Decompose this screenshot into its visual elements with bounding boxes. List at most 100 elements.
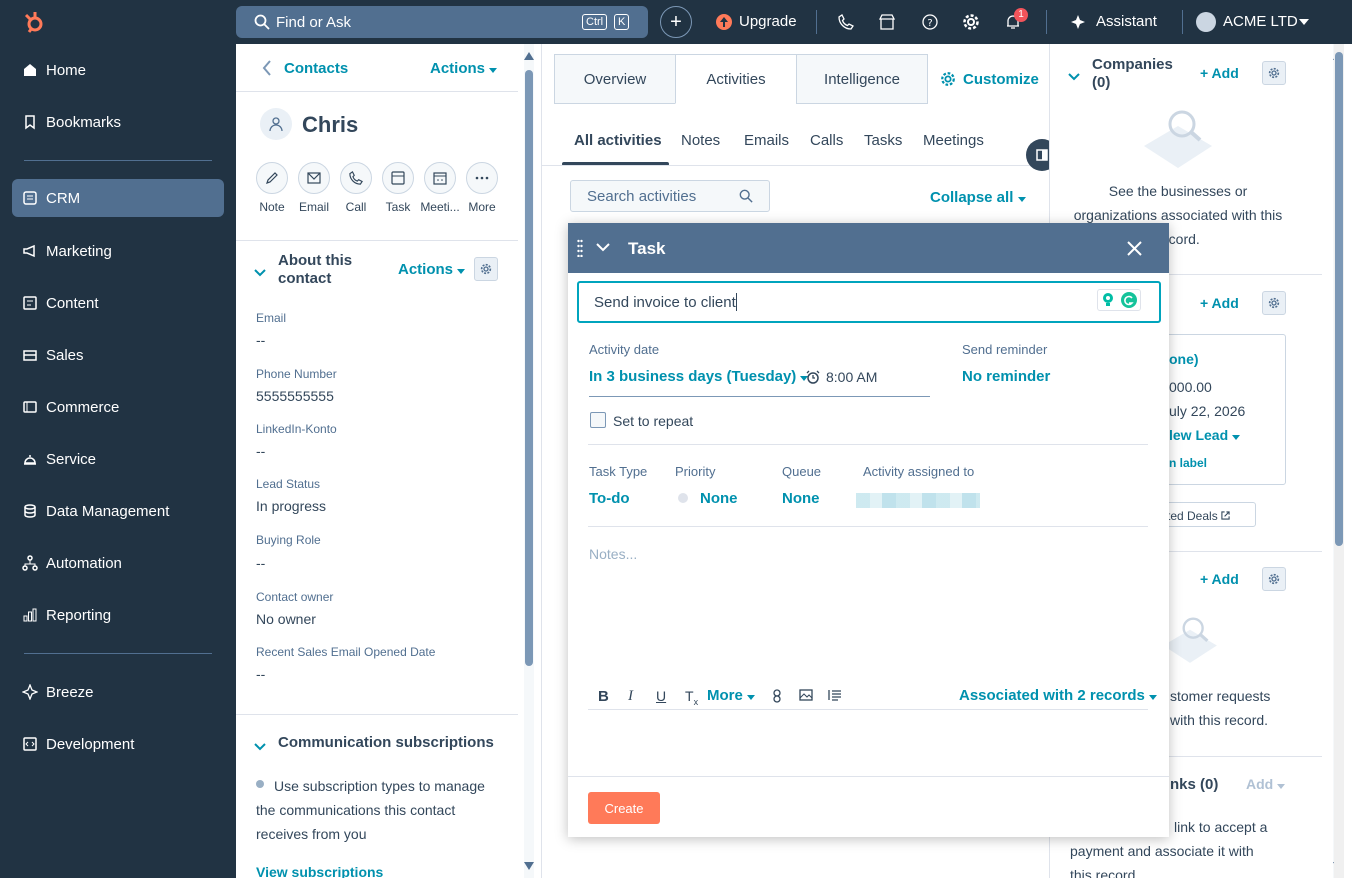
create-new-button[interactable]: + [660, 6, 692, 38]
about-actions-dropdown[interactable]: Actions [398, 261, 466, 278]
underline-button[interactable]: U [656, 688, 666, 704]
more-format-dropdown[interactable]: More [707, 687, 756, 704]
back-to-contacts-link[interactable]: Contacts [284, 60, 348, 77]
sidebar-item-home[interactable]: Home [12, 51, 224, 89]
sidebar-item-crm[interactable]: CRM [12, 179, 224, 217]
phone-value[interactable]: 5555555555 [256, 388, 334, 404]
email-action[interactable]: Email [292, 162, 336, 214]
call-action[interactable]: Call [334, 162, 378, 214]
deal-name-fragment[interactable]: one) [1169, 351, 1199, 367]
chevron-down-icon[interactable] [254, 264, 266, 282]
subtab-calls[interactable]: Calls [810, 132, 843, 149]
collapse-all-dropdown[interactable]: Collapse all [930, 189, 1026, 206]
drag-handle-icon[interactable] [577, 239, 583, 257]
link-icon[interactable] [772, 689, 782, 703]
about-settings-button[interactable] [474, 257, 498, 281]
add-deal-button[interactable]: + Add [1200, 295, 1239, 311]
clear-format-button[interactable]: Tx [685, 688, 698, 707]
chevron-left-icon[interactable] [262, 60, 272, 81]
more-action[interactable]: More [460, 162, 504, 214]
upgrade-button[interactable]: Upgrade [739, 13, 797, 30]
sidebar-item-commerce[interactable]: Commerce [12, 388, 224, 426]
due-time-input[interactable]: 8:00 AM [826, 369, 877, 385]
search-activities-input[interactable]: Search activities [570, 180, 770, 212]
add-ticket-button[interactable]: + Add [1200, 571, 1239, 587]
snippet-icon[interactable] [828, 689, 842, 701]
record-actions-dropdown[interactable]: Actions [430, 60, 498, 77]
companies-settings-button[interactable] [1262, 61, 1286, 85]
repeat-checkbox[interactable] [590, 412, 606, 428]
lead-status-value[interactable]: In progress [256, 498, 326, 514]
tab-overview[interactable]: Overview [554, 54, 676, 104]
add-payment-link-dropdown[interactable]: Add [1246, 776, 1286, 792]
subtab-emails[interactable]: Emails [744, 132, 789, 149]
account-name[interactable]: ACME LTD [1223, 13, 1298, 30]
image-icon[interactable] [799, 689, 813, 701]
activity-date-dropdown[interactable]: In 3 business days (Tuesday) [589, 368, 809, 385]
scroll-down-icon[interactable] [524, 862, 534, 870]
buying-role-value[interactable]: -- [256, 555, 265, 571]
sidebar-item-sales[interactable]: Sales [12, 336, 224, 374]
note-action[interactable]: Note [250, 162, 294, 214]
meeting-action[interactable]: Meeti... [418, 162, 462, 214]
subtab-all-activities[interactable]: All activities [574, 132, 662, 149]
assistant-button[interactable]: Assistant [1096, 13, 1157, 30]
global-search-input[interactable]: Find or Ask Ctrl K [236, 6, 648, 38]
italic-button[interactable]: I [628, 688, 633, 705]
task-type-dropdown[interactable]: To-do [589, 490, 630, 507]
create-task-button[interactable]: Create [588, 792, 660, 824]
linkedin-value[interactable]: -- [256, 443, 265, 459]
chevron-down-icon[interactable] [1294, 12, 1314, 32]
chevron-down-icon[interactable] [596, 243, 610, 252]
associations-dropdown[interactable]: Associated with 2 records [959, 687, 1158, 704]
queue-dropdown[interactable]: None [782, 490, 820, 507]
recent-email-value[interactable]: -- [256, 666, 265, 682]
tab-activities[interactable]: Activities [675, 54, 797, 104]
deal-stage-dropdown[interactable]: lew Lead [1169, 427, 1241, 443]
subtab-notes[interactable]: Notes [681, 132, 720, 149]
tab-intelligence[interactable]: Intelligence [796, 54, 928, 104]
sidebar-item-development[interactable]: Development [12, 725, 224, 763]
reminder-dropdown[interactable]: No reminder [962, 368, 1050, 385]
subtab-tasks[interactable]: Tasks [864, 132, 902, 149]
sidebar-item-reporting[interactable]: Reporting [12, 596, 224, 634]
assigned-user-blurred[interactable] [856, 493, 980, 508]
grammar-assist-widget[interactable] [1097, 289, 1141, 311]
task-dialog-header[interactable]: Task [568, 223, 1169, 273]
marketplace-icon[interactable] [877, 12, 897, 32]
page-scrollbar[interactable] [1334, 44, 1344, 878]
scroll-up-icon[interactable] [524, 52, 534, 60]
add-company-button[interactable]: + Add [1200, 65, 1239, 81]
contact-owner-value[interactable]: No owner [256, 611, 316, 627]
page-scrollbar-thumb[interactable] [1335, 52, 1343, 546]
sidebar-item-automation[interactable]: Automation [12, 544, 224, 582]
phone-icon[interactable] [836, 12, 856, 32]
email-value[interactable]: -- [256, 332, 265, 348]
deals-settings-button[interactable] [1262, 291, 1286, 315]
view-subscriptions-link[interactable]: View subscriptions [256, 864, 383, 878]
sidebar-item-content[interactable]: Content [12, 284, 224, 322]
notes-editor[interactable]: Notes... [589, 546, 637, 562]
close-icon[interactable] [1127, 241, 1142, 256]
scrollbar-thumb[interactable] [525, 70, 533, 666]
task-title-input[interactable]: Send invoice to client [577, 281, 1161, 323]
hubspot-logo-icon[interactable] [20, 8, 48, 36]
association-label-link[interactable]: n label [1169, 456, 1207, 470]
sidebar-toggle-button[interactable] [1026, 139, 1049, 171]
chevron-down-icon[interactable] [1068, 68, 1080, 86]
tickets-settings-button[interactable] [1262, 567, 1286, 591]
left-panel-scrollbar[interactable] [524, 44, 534, 878]
sidebar-item-bookmarks[interactable]: Bookmarks [12, 103, 224, 141]
sidebar-item-breeze[interactable]: Breeze [12, 673, 224, 711]
priority-dropdown[interactable]: None [700, 490, 738, 507]
chevron-down-icon[interactable] [254, 738, 266, 756]
subtab-meetings[interactable]: Meetings [923, 132, 984, 149]
customize-button[interactable]: Customize [963, 71, 1039, 88]
sidebar-item-marketing[interactable]: Marketing [12, 232, 224, 270]
sidebar-item-service[interactable]: Service [12, 440, 224, 478]
help-icon[interactable]: ? [920, 12, 940, 32]
settings-gear-icon[interactable] [961, 12, 981, 32]
bold-button[interactable]: B [598, 688, 609, 705]
sidebar-item-data-management[interactable]: Data Management [12, 492, 224, 530]
task-action[interactable]: Task [376, 162, 420, 214]
